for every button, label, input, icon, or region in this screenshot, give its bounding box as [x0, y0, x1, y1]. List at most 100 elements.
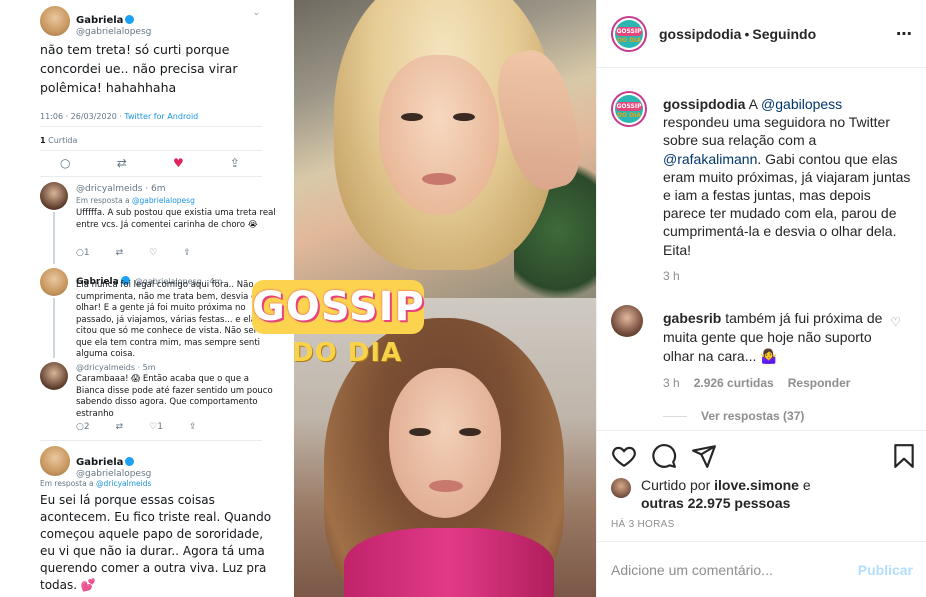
share-icon[interactable]	[691, 443, 717, 469]
reply-author-avatar	[40, 362, 68, 390]
eye	[453, 113, 475, 121]
view-replies[interactable]: Ver respostas (37)	[663, 409, 804, 423]
caption-time[interactable]: 3 h	[663, 269, 680, 283]
gossip-logo-overlay: GOSSIP DO DIA	[252, 280, 424, 374]
comment-icon[interactable]	[651, 443, 677, 469]
divider	[40, 150, 262, 151]
caption-username[interactable]: gossipdodia	[663, 96, 745, 112]
in-reply-handle: @gabrielalopesg	[132, 196, 195, 205]
likes-summary: Curtido por ilove.simone e outras 22.975…	[611, 476, 911, 512]
tweet-timestamp: 11:06 · 26/03/2020 · Twitter for Android	[40, 112, 198, 121]
comment-time[interactable]: 3 h	[663, 376, 680, 390]
likes-prefix: Curtido por	[641, 477, 715, 493]
share-icon: ⇪	[183, 248, 191, 258]
caption-text: gossipdodia A @gabilopess respondeu uma …	[663, 95, 911, 259]
comment-likes[interactable]: 2.926 curtidas	[694, 376, 774, 390]
caption-part: respondeu uma seguidora no Twitter sobre…	[663, 114, 890, 149]
following-button[interactable]: Seguindo	[752, 26, 816, 42]
heart-icon: ♡1	[149, 422, 163, 432]
comments-list[interactable]: GOSSIP DO DIA gossipdodia A @gabilopess …	[597, 69, 926, 430]
tweet-author-avatar	[40, 6, 70, 36]
post-timestamp[interactable]: HÁ 3 HORAS	[611, 519, 675, 530]
likes-conj: e	[798, 477, 811, 493]
verified-icon	[125, 15, 135, 24]
comment-like-icon[interactable]: ♡	[890, 315, 901, 329]
comment-text: gabesrib também já fui próxima de muita …	[663, 309, 888, 366]
reply-author-avatar	[40, 268, 68, 296]
lips	[429, 480, 463, 492]
tweet-author-name: Gabriela	[76, 457, 124, 468]
publish-button[interactable]: Publicar	[858, 562, 913, 578]
heart-icon: ♥	[172, 156, 184, 170]
caption-part: A	[745, 96, 762, 112]
view-replies-label[interactable]: Ver respostas (37)	[701, 409, 804, 423]
reply-count: 2	[83, 422, 90, 432]
eye	[459, 428, 481, 436]
tweet-text: Eu sei lá porque essas coisas acontecem.…	[40, 493, 272, 592]
header-username[interactable]: gossipdodia	[659, 26, 741, 42]
avatar-logo-line-2: DO DIA	[616, 36, 642, 44]
heart-icon[interactable]	[611, 443, 637, 469]
avatar-logo-line-1: GOSSIP	[616, 102, 642, 111]
caption-avatar[interactable]: GOSSIP DO DIA	[611, 91, 647, 127]
heart-icon: ♡	[149, 248, 158, 258]
thread-line	[53, 212, 55, 264]
verified-icon	[125, 457, 135, 466]
comment-username[interactable]: gabesrib	[663, 310, 721, 326]
tweet-likes: 1 Curtida	[40, 136, 77, 145]
tweet-source: Twitter for Android	[124, 112, 199, 121]
in-reply-prefix: Em resposta a	[40, 479, 97, 488]
tweet-screenshot: Gabriela @gabrielalopesg ⌄ não tem treta…	[0, 0, 294, 597]
comment-input[interactable]	[611, 561, 851, 578]
tweet-time: 11:06 · 26/03/2020 ·	[40, 112, 125, 121]
eye	[401, 113, 423, 121]
reply-button[interactable]: Responder	[788, 376, 851, 390]
tweet-author-handle: @gabrielalopesg	[76, 27, 152, 37]
comment-avatar[interactable]	[611, 305, 643, 337]
add-comment-bar: Publicar	[597, 541, 926, 597]
likes-text: Curtido por ilove.simone e outras 22.975…	[641, 476, 811, 512]
profile-avatar[interactable]: GOSSIP DO DIA	[611, 15, 647, 52]
in-reply-to: Em resposta a @dricyalmeids	[40, 479, 151, 488]
post-header: GOSSIP DO DIA gossipdodia • Seguindo ⋯	[597, 0, 926, 68]
share-icon: ⇪	[229, 156, 240, 170]
share-icon: ⇪	[188, 422, 197, 432]
reply-count: 1	[83, 248, 90, 258]
photo-blonde-woman	[294, 0, 596, 298]
reply-text: Carambaaa! 😱 Então acaba que o que a Bia…	[76, 374, 273, 419]
reply-handle: @dricyalmeids · 6m	[76, 184, 166, 194]
reply-icon: ○1	[76, 248, 90, 258]
tweet-header: Gabriela @gabrielalopesg	[76, 450, 151, 479]
mention-link[interactable]: @rafakalimann	[663, 151, 757, 167]
in-reply-to: Em resposta a @gabrielalopesg	[76, 196, 195, 205]
tweet-author-avatar	[40, 446, 70, 476]
tweet-author-handle: @gabrielalopesg	[76, 469, 152, 479]
avatar-logo-line-1: GOSSIP	[616, 26, 642, 36]
reply-action-bar: ○2 ⇄ ♡1 ⇪	[76, 422, 197, 432]
eye	[409, 428, 431, 436]
likes-others[interactable]: outras 22.975 pessoas	[641, 495, 790, 511]
lips	[422, 173, 456, 185]
in-reply-prefix: Em resposta a	[76, 196, 133, 205]
divider	[40, 126, 262, 127]
tweet-likes-count: 1	[40, 136, 46, 145]
divider	[40, 176, 262, 177]
retweet-icon: ⇄	[115, 248, 124, 258]
tweet-text: não tem treta! só curti porque concordei…	[40, 42, 238, 95]
post-media[interactable]: Gabriela @gabrielalopesg ⌄ não tem treta…	[0, 0, 596, 597]
divider	[40, 440, 262, 441]
chevron-down-icon: ⌄	[252, 8, 260, 18]
like-count: 1	[157, 422, 163, 432]
tweet-author-name: Gabriela	[76, 15, 124, 26]
reply-icon: ○	[60, 156, 71, 170]
liker-username[interactable]: ilove.simone	[714, 477, 799, 493]
instagram-post-modal: Gabriela @gabrielalopesg ⌄ não tem treta…	[0, 0, 926, 597]
liker-avatar[interactable]	[611, 478, 631, 498]
tweet-likes-label: Curtida	[48, 136, 78, 145]
retweet-icon: ⇄	[115, 422, 124, 432]
in-reply-handle: @dricyalmeids	[96, 479, 152, 488]
face	[379, 55, 499, 215]
bookmark-icon[interactable]	[891, 443, 917, 469]
mention-link[interactable]: @gabilopess	[761, 96, 842, 112]
more-options-icon[interactable]: ⋯	[896, 24, 913, 44]
